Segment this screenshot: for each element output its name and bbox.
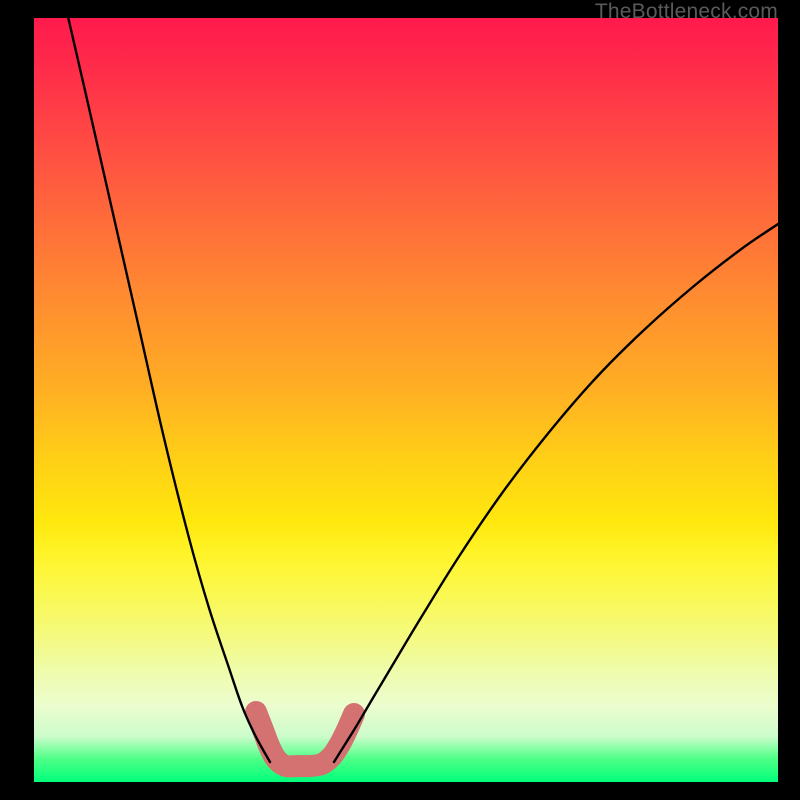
- chart-svg: [34, 18, 778, 782]
- marker-trough: [256, 712, 354, 766]
- right-curve: [334, 224, 778, 762]
- watermark-text: TheBottleneck.com: [595, 0, 778, 24]
- left-curve: [66, 18, 270, 762]
